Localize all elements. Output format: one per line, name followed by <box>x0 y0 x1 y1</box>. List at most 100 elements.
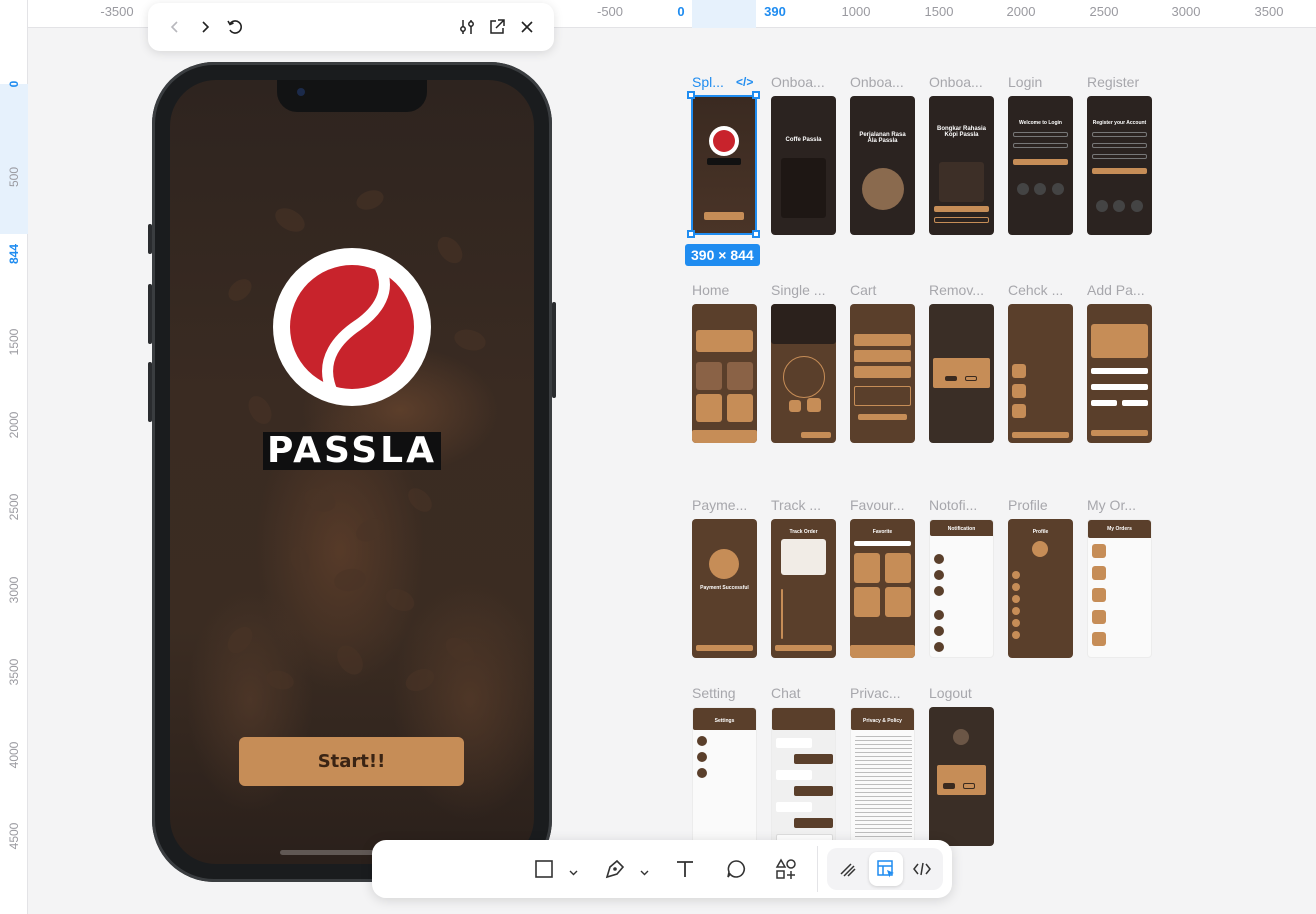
frame-label[interactable]: Profile <box>1008 497 1048 513</box>
frame-favourite[interactable]: Favorite <box>850 519 915 658</box>
ruler-label: 4000 <box>7 741 21 769</box>
frame-label[interactable]: Onboa... <box>929 74 983 90</box>
product-card <box>727 394 753 422</box>
mini-register-button <box>934 206 989 212</box>
frame-home[interactable] <box>692 304 757 443</box>
chat-button <box>775 645 832 651</box>
continue-payment-button <box>1012 432 1069 438</box>
frame-label[interactable]: Payme... <box>692 497 747 513</box>
frame-payment[interactable]: Payment Successful <box>692 519 757 658</box>
frame-label[interactable]: Privac... <box>850 685 901 701</box>
pen-tool[interactable] <box>600 854 630 884</box>
frame-chat[interactable] <box>771 707 836 846</box>
frame-label[interactable]: Login <box>1008 74 1042 90</box>
components-tool[interactable] <box>771 854 801 884</box>
resize-handle[interactable] <box>752 91 760 99</box>
frame-login[interactable]: Welcome to Login <box>1008 96 1073 235</box>
frame-onboarding-3[interactable]: Bongkar Rahasia Kopi Passla <box>929 96 994 235</box>
frame-label[interactable]: Register <box>1087 74 1139 90</box>
close-button[interactable] <box>512 12 542 42</box>
frame-label[interactable]: Onboa... <box>850 74 904 90</box>
frame-notification[interactable]: Notification <box>929 519 994 658</box>
open-external-button[interactable] <box>482 12 512 42</box>
frame-label[interactable]: Single ... <box>771 282 825 298</box>
frame-logout[interactable] <box>929 707 994 846</box>
delivery-illustration <box>781 539 826 575</box>
text-tool[interactable] <box>670 854 700 884</box>
close-icon <box>521 21 533 33</box>
selection-box[interactable] <box>691 95 757 235</box>
frame-my-orders[interactable]: My Orders <box>1087 519 1152 658</box>
mini-register-button <box>1092 168 1147 174</box>
ruler-label: 4500 <box>7 822 21 850</box>
menu-icon <box>1012 631 1020 639</box>
restart-button[interactable] <box>220 12 250 42</box>
settings-item-icon <box>697 768 707 778</box>
resize-handle[interactable] <box>752 230 760 238</box>
resize-handle[interactable] <box>687 91 695 99</box>
thumb-title: Track Order <box>789 529 818 535</box>
design-mode-button[interactable] <box>871 854 901 884</box>
ruler-label-height: 844 <box>7 243 21 265</box>
frame-single-product[interactable] <box>771 304 836 443</box>
frame-label[interactable]: Cehck ... <box>1008 282 1063 298</box>
start-button[interactable]: Start!! <box>239 737 464 786</box>
frame-onboarding-1[interactable]: Coffe Passla <box>771 96 836 235</box>
frame-checkout[interactable] <box>1008 304 1073 443</box>
frame-profile[interactable]: Profile <box>1008 519 1073 658</box>
mini-social <box>1113 200 1125 212</box>
scribble-icon <box>840 863 856 877</box>
frame-label[interactable]: Track ... <box>771 497 821 513</box>
frame-label[interactable]: Onboa... <box>771 74 825 90</box>
volume-down-button <box>148 362 152 422</box>
thumb-title: Welcome to Login <box>1019 120 1062 126</box>
frame-register[interactable]: Register your Account <box>1087 96 1152 235</box>
draw-mode-button[interactable] <box>833 854 863 884</box>
frame-label[interactable]: My Or... <box>1087 497 1136 513</box>
frame-add-payment[interactable] <box>1087 304 1152 443</box>
ruler-label-origin: 0 <box>7 80 21 88</box>
shapes-plus-icon <box>775 858 796 879</box>
frame-cart[interactable] <box>850 304 915 443</box>
forward-button[interactable] <box>190 12 220 42</box>
frame-label[interactable]: Favour... <box>850 497 904 513</box>
dialog-button <box>963 783 975 789</box>
frame-label[interactable]: Setting <box>692 685 736 701</box>
resize-handle[interactable] <box>687 230 695 238</box>
adjust-button[interactable] <box>452 12 482 42</box>
undo-icon <box>227 20 242 34</box>
chat-bubble <box>776 738 812 748</box>
menu-icon <box>1012 607 1020 615</box>
chevron-down-icon[interactable] <box>640 864 649 882</box>
rectangle-tool[interactable] <box>529 854 559 884</box>
add-card-button <box>1091 430 1148 436</box>
frame-track-order[interactable]: Track Order <box>771 519 836 658</box>
comment-tool[interactable] <box>721 854 751 884</box>
frame-label[interactable]: Home <box>692 282 729 298</box>
dialog-button <box>943 783 955 789</box>
frame-label[interactable]: Notofi... <box>929 497 977 513</box>
product-image <box>771 304 836 344</box>
chat-bubble <box>794 754 833 764</box>
frame-label[interactable]: Spl... <box>692 74 724 90</box>
ruler-left: 0 500 844 1500 2000 2500 3000 3500 4000 … <box>0 0 28 914</box>
frame-setting[interactable]: Settings <box>692 707 757 846</box>
frame-label[interactable]: Logout <box>929 685 972 701</box>
settings-item-icon <box>697 736 707 746</box>
code-icon[interactable]: </> <box>736 75 753 89</box>
header <box>772 708 835 730</box>
frame-label[interactable]: Remov... <box>929 282 984 298</box>
frame-onboarding-2[interactable]: Perjalanan Rasa Ala Passla <box>850 96 915 235</box>
frame-privacy-policy[interactable]: Privacy & Policy <box>850 707 915 846</box>
dev-mode-button[interactable] <box>907 854 937 884</box>
mini-social <box>1052 183 1064 195</box>
ruler-label: 2000 <box>7 411 21 439</box>
ruler-label: 500 <box>7 166 21 188</box>
size-badge: 390 × 844 <box>685 244 760 266</box>
frame-remove-item[interactable] <box>929 304 994 443</box>
chevron-down-icon[interactable] <box>569 864 578 882</box>
frame-label[interactable]: Cart <box>850 282 876 298</box>
frame-label[interactable]: Chat <box>771 685 801 701</box>
back-button[interactable] <box>160 12 190 42</box>
frame-label[interactable]: Add Pa... <box>1087 282 1145 298</box>
